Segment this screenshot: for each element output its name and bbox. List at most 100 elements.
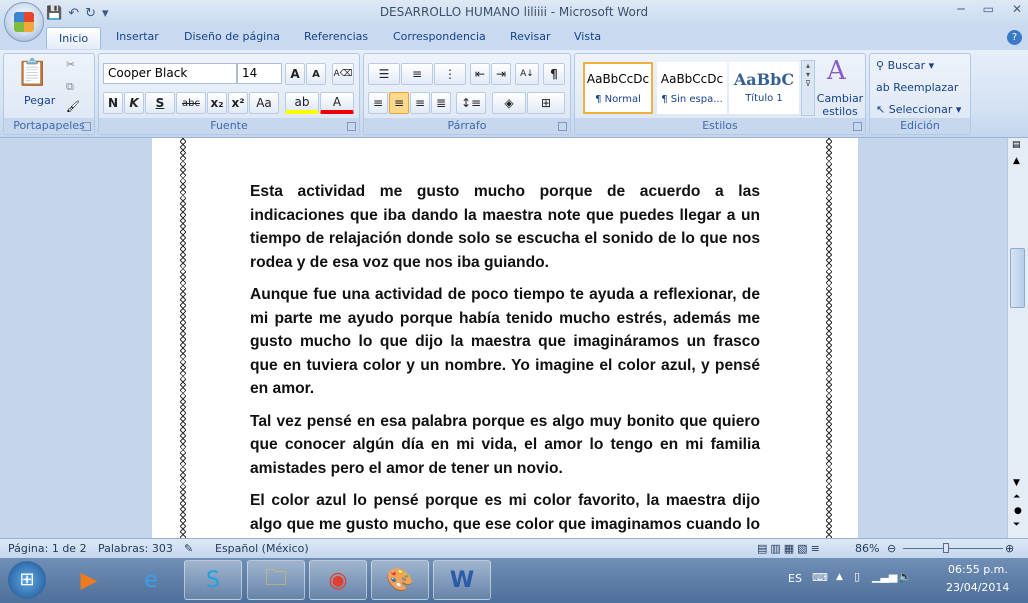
document-page[interactable]: Esta actividad me gusto mucho porque de … xyxy=(152,138,858,538)
maximize-button[interactable]: ▭ xyxy=(983,2,994,16)
paste-button[interactable]: Pegar xyxy=(24,94,55,107)
change-styles-button[interactable]: Cambiar estilos xyxy=(815,92,865,118)
cut-icon[interactable]: ✂ xyxy=(66,58,75,71)
highlight-color-icon[interactable]: ab xyxy=(285,92,319,114)
italic-button[interactable]: K xyxy=(124,92,144,114)
format-painter-icon[interactable]: 🖌 xyxy=(66,100,80,113)
tab-revisar[interactable]: Revisar xyxy=(510,30,550,43)
change-case-button[interactable]: Aa xyxy=(249,92,279,114)
clock-time[interactable]: 06:55 p.m. xyxy=(948,563,1008,576)
zoom-slider-thumb[interactable] xyxy=(943,543,949,553)
underline-button[interactable]: S xyxy=(145,92,175,114)
select-label: Seleccionar xyxy=(888,103,953,116)
style-titulo-1[interactable]: AaBbC Título 1 xyxy=(729,62,799,114)
bullets-icon[interactable]: ☰ xyxy=(368,63,400,85)
tab-referencias[interactable]: Referencias xyxy=(304,30,368,43)
document-text[interactable]: Esta actividad me gusto mucho porque de … xyxy=(250,180,760,538)
minimize-button[interactable]: ─ xyxy=(957,2,964,16)
tab-correspondencia[interactable]: Correspondencia xyxy=(393,30,486,43)
paragraph-group-label: Párrafo xyxy=(364,118,570,134)
power-icon[interactable]: ▯ xyxy=(854,570,860,583)
increase-indent-icon[interactable]: ⇥ xyxy=(491,63,511,85)
borders-icon[interactable]: ⊞ xyxy=(527,92,565,114)
find-button[interactable]: ⚲ Buscar ▾ xyxy=(876,59,934,72)
select-button[interactable]: ↖ Seleccionar ▾ xyxy=(876,103,961,116)
dialog-launcher-icon[interactable] xyxy=(82,122,91,131)
word-icon[interactable]: W xyxy=(433,560,491,600)
line-spacing-icon[interactable]: ↕≡ xyxy=(456,92,486,114)
bold-button[interactable]: N xyxy=(103,92,123,114)
language-indicator[interactable]: ES xyxy=(788,572,802,585)
media-player-icon[interactable]: ▶ xyxy=(60,560,118,600)
cursor-icon: ↖ xyxy=(876,103,889,116)
align-center-icon[interactable]: ≡ xyxy=(389,92,409,114)
scroll-thumb[interactable] xyxy=(1010,248,1025,308)
styles-scroll-icon[interactable]: ▴ ▾ ⊽ xyxy=(801,60,815,116)
justify-icon[interactable]: ≣ xyxy=(431,92,451,114)
tab-inicio[interactable]: Inicio xyxy=(46,27,102,49)
dialog-launcher-icon[interactable] xyxy=(347,122,356,131)
multilevel-list-icon[interactable]: ⋮ xyxy=(434,63,466,85)
scroll-up-icon[interactable]: ▲ xyxy=(1013,156,1020,166)
strikethrough-button[interactable]: abc xyxy=(176,92,206,114)
tab-insertar[interactable]: Insertar xyxy=(116,30,159,43)
help-icon[interactable]: ? xyxy=(1007,30,1022,45)
system-tray: ES ⌨ ▲ ▯ ▁▃▅ 🔈 06:55 p.m. 23/04/2014 xyxy=(788,558,1028,603)
dialog-launcher-icon[interactable] xyxy=(853,122,862,131)
view-buttons-icon[interactable]: ▤▥▦▧≡ xyxy=(757,542,823,555)
shrink-font-button[interactable]: A xyxy=(306,63,326,85)
office-button[interactable] xyxy=(4,2,44,42)
word-count[interactable]: Palabras: 303 xyxy=(98,542,173,555)
show-hidden-icons[interactable]: ▲ xyxy=(836,572,843,582)
subscript-button[interactable]: x₂ xyxy=(207,92,227,114)
tab-diseno-pagina[interactable]: Diseño de página xyxy=(184,30,280,43)
next-page-icon[interactable]: ⏷ xyxy=(1013,520,1020,530)
zoom-out-icon[interactable]: ⊖ xyxy=(887,542,896,555)
explorer-icon[interactable]: 🗀 xyxy=(247,560,305,600)
skype-icon[interactable]: S xyxy=(184,560,242,600)
ruler-toggle-icon[interactable]: ▤ xyxy=(1012,140,1021,150)
replace-button[interactable]: ab Reemplazar xyxy=(876,81,958,94)
align-right-icon[interactable]: ≡ xyxy=(410,92,430,114)
browse-object-icon[interactable]: ● xyxy=(1014,506,1022,516)
clock-date[interactable]: 23/04/2014 xyxy=(946,581,1009,594)
font-color-icon[interactable]: A xyxy=(320,92,354,114)
keyboard-icon[interactable]: ⌨ xyxy=(812,571,828,584)
internet-explorer-icon[interactable]: e xyxy=(122,560,180,600)
vertical-scrollbar[interactable]: ▤ ▲ ▼ ⏶ ● ⏷ xyxy=(1007,138,1028,538)
copy-icon[interactable]: ⧉ xyxy=(66,80,74,94)
scroll-down-icon[interactable]: ▼ xyxy=(1013,478,1020,488)
numbering-icon[interactable]: ≡ xyxy=(401,63,433,85)
spellcheck-icon[interactable]: ✎ xyxy=(184,542,193,555)
page-count[interactable]: Página: 1 de 2 xyxy=(8,542,87,555)
shading-icon[interactable]: ◈ xyxy=(492,92,526,114)
paint-icon[interactable]: 🎨 xyxy=(371,560,429,600)
zoom-in-icon[interactable]: ⊕ xyxy=(1005,542,1014,555)
language[interactable]: Español (México) xyxy=(215,542,309,555)
previous-page-icon[interactable]: ⏶ xyxy=(1013,492,1020,502)
style-normal[interactable]: AaBbCcDc ¶ Normal xyxy=(583,62,653,114)
clear-format-icon[interactable]: A⌫ xyxy=(332,63,354,85)
tab-vista[interactable]: Vista xyxy=(574,30,601,43)
zoom-level[interactable]: 86% xyxy=(855,542,879,555)
font-size-select[interactable]: 14 xyxy=(237,63,282,84)
paste-icon[interactable]: 📋 xyxy=(16,58,48,94)
decrease-indent-icon[interactable]: ⇤ xyxy=(470,63,490,85)
superscript-button[interactable]: x² xyxy=(228,92,248,114)
chrome-icon[interactable]: ◉ xyxy=(309,560,367,600)
close-button[interactable]: ✕ xyxy=(1012,2,1022,16)
start-button[interactable]: ⊞ xyxy=(8,561,46,599)
dialog-launcher-icon[interactable] xyxy=(558,122,567,131)
paragraph: Esta actividad me gusto mucho porque de … xyxy=(250,183,760,271)
grow-font-button[interactable]: A xyxy=(285,63,305,85)
show-marks-icon[interactable]: ¶ xyxy=(543,63,565,85)
font-group-label: Fuente xyxy=(99,118,359,134)
signal-icon[interactable]: ▁▃▅ xyxy=(872,570,897,583)
font-name-select[interactable]: Cooper Black xyxy=(103,63,237,84)
binoculars-icon: ⚲ xyxy=(876,59,888,72)
volume-icon[interactable]: 🔈 xyxy=(898,570,912,583)
align-left-icon[interactable]: ≡ xyxy=(368,92,388,114)
sort-icon[interactable]: A↓ xyxy=(515,63,539,85)
style-sin-espaciado[interactable]: AaBbCcDc ¶ Sin espa... xyxy=(657,62,727,114)
zoom-slider[interactable] xyxy=(903,543,1003,553)
